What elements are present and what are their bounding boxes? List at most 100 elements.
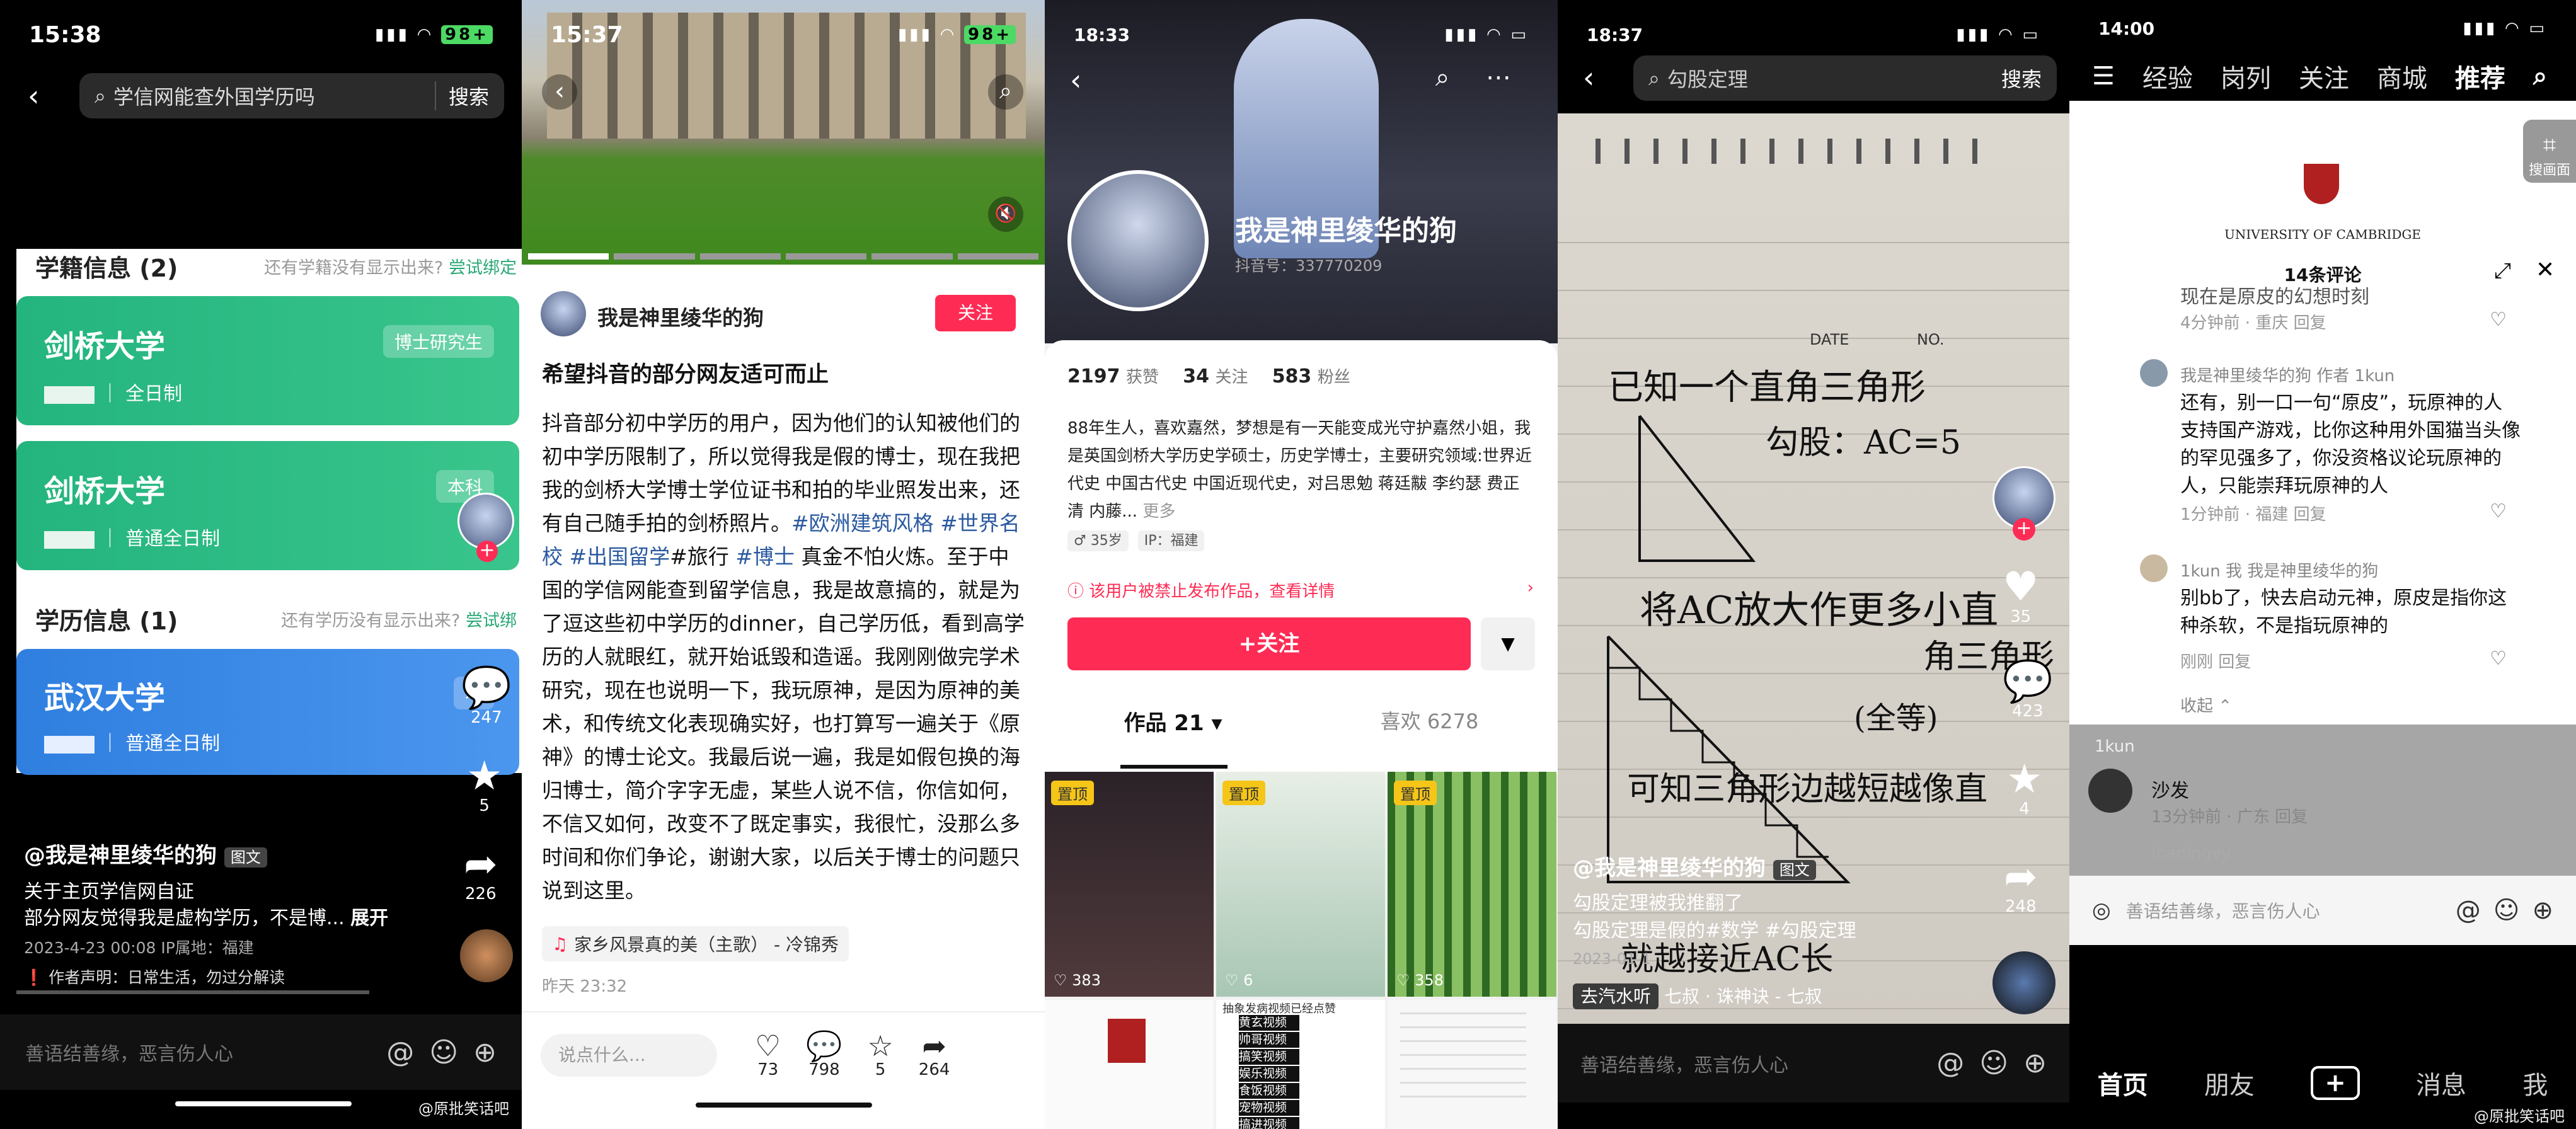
- follow-plus-icon[interactable]: +: [476, 541, 498, 562]
- expand-icon[interactable]: ⤢: [2494, 258, 2511, 284]
- heart-icon[interactable]: ♡: [2490, 309, 2507, 331]
- collapse-replies[interactable]: 收起 ⌃: [2180, 693, 2232, 716]
- search-icon[interactable]: ⌕: [1435, 63, 1449, 92]
- dropdown-icon[interactable]: ▼: [1481, 617, 1535, 670]
- comment-bar[interactable]: 善语结善缘，恶言伤人心 @ ☺ ⊕: [1558, 1024, 2069, 1103]
- emoji-icon[interactable]: ☺: [429, 1036, 458, 1069]
- music-disc[interactable]: [460, 929, 513, 982]
- share-button[interactable]: ➦ 248: [2004, 857, 2038, 916]
- music-chip[interactable]: 去汽水听: [1573, 983, 1659, 1009]
- comment-input[interactable]: 说点什么...: [541, 1034, 717, 1077]
- music-row[interactable]: 去汽水听 七叔 · 诛神诀 - 七叔: [1573, 983, 1822, 1009]
- music-disc[interactable]: [1992, 951, 2056, 1014]
- heart-icon[interactable]: ♡: [2490, 648, 2507, 670]
- share-button[interactable]: ➦ 264: [919, 1031, 950, 1079]
- author-handle[interactable]: @我是神里绫华的狗 图文: [24, 838, 267, 869]
- followers-count[interactable]: 583: [1272, 365, 1312, 387]
- work-thumb-3[interactable]: 置顶 ♡ 358: [1388, 772, 1556, 997]
- work-thumb-6[interactable]: [1388, 1000, 1556, 1129]
- search-bar[interactable]: ⌕ 勾股定理 搜索: [1633, 55, 2057, 101]
- add-icon[interactable]: ⊕: [2532, 896, 2553, 925]
- progress-bar[interactable]: [16, 990, 369, 994]
- comment-button[interactable]: 💬 423: [2003, 662, 2053, 721]
- avatar[interactable]: [2140, 554, 2168, 582]
- like-button[interactable]: ♡ 73: [755, 1031, 781, 1079]
- ban-warning[interactable]: ⓘ 该用户被禁止发布作品，查看详情 ›: [1067, 578, 1534, 602]
- author-handle[interactable]: @我是神里绫华的狗 图文: [1573, 851, 1816, 881]
- bio-more-link[interactable]: 更多: [1142, 502, 1175, 521]
- tab-likes[interactable]: 喜欢 6278: [1301, 706, 1558, 735]
- tab-mall[interactable]: 商城: [2377, 58, 2427, 95]
- at-icon[interactable]: @: [1936, 1047, 1964, 1079]
- xueji-card-1[interactable]: 剑桥大学 博士研究生 ｜ 全日制: [16, 296, 519, 425]
- comment-input[interactable]: 善语结善缘，恶言伤人心: [1580, 1050, 1921, 1077]
- comment-input-bar[interactable]: ◎ 善语结善缘，恶言伤人心 @ ☺ ⊕: [2069, 876, 2576, 945]
- search-image-button[interactable]: ⌗ 搜画面: [2523, 120, 2576, 183]
- search-input[interactable]: 勾股定理: [1667, 64, 2001, 93]
- menu-icon[interactable]: ☰: [2092, 62, 2115, 91]
- tab-works[interactable]: 作品 21 ▾: [1045, 706, 1301, 736]
- comment-button[interactable]: 💬 247: [461, 668, 512, 727]
- close-icon[interactable]: ✕: [2536, 257, 2555, 283]
- search-input[interactable]: 学信网能查外国学历吗: [113, 81, 435, 110]
- follow-plus-icon[interactable]: +: [2013, 518, 2035, 541]
- bind-link[interactable]: 尝试绑定: [449, 258, 517, 278]
- search-icon[interactable]: ⌕: [988, 74, 1023, 110]
- xueji-card-2[interactable]: 剑桥大学 本科 ｜ 普通全日制: [16, 441, 519, 570]
- work-thumb-5[interactable]: 抽象发病视频已经点赞 黄玄视频 帅哥视频 搞笑视频 娱乐视频 食饭视频 宠物视频…: [1216, 1000, 1385, 1129]
- hashtag-travel[interactable]: #旅行: [670, 544, 729, 569]
- share-button[interactable]: ➦ 226: [464, 844, 498, 903]
- nav-friends[interactable]: 朋友: [2204, 1065, 2255, 1101]
- comment-button[interactable]: 💬 798: [806, 1031, 842, 1079]
- like-button[interactable]: ♥ 35: [2003, 567, 2038, 626]
- favorite-button[interactable]: ★ 5: [466, 756, 502, 815]
- heart-icon[interactable]: ♡: [2490, 500, 2507, 522]
- back-arrow-icon[interactable]: ‹: [1583, 60, 1594, 95]
- expand-link[interactable]: 展开: [350, 907, 388, 929]
- emoji-icon[interactable]: ☺: [1979, 1047, 2008, 1079]
- back-arrow-icon[interactable]: ‹: [542, 74, 577, 110]
- music-chip[interactable]: ♫ 家乡风景真的美（主歌） - 冷锦秀: [542, 926, 849, 961]
- tab-experience[interactable]: 经验: [2142, 58, 2193, 95]
- nav-messages[interactable]: 消息: [2416, 1065, 2466, 1101]
- mute-icon[interactable]: 🔇: [988, 197, 1023, 232]
- add-icon[interactable]: ⊕: [473, 1036, 497, 1069]
- author-name[interactable]: 我是神里绫华的狗: [597, 301, 764, 331]
- more-icon[interactable]: ⋯: [1486, 63, 1511, 92]
- hashtag-phd[interactable]: #博士: [735, 544, 795, 569]
- follow-button[interactable]: +关注: [1067, 617, 1471, 670]
- follow-button[interactable]: 关注: [935, 295, 1016, 331]
- add-icon[interactable]: ⊕: [2023, 1047, 2047, 1079]
- following-count[interactable]: 34: [1183, 365, 1209, 387]
- bind-link[interactable]: 尝试绑: [466, 611, 517, 631]
- search-button[interactable]: 搜索: [2001, 64, 2042, 93]
- work-thumb-1[interactable]: 置顶 ♡ 383: [1045, 772, 1214, 997]
- avatar[interactable]: [2140, 359, 2168, 387]
- emoji-icon[interactable]: ☺: [2493, 896, 2520, 925]
- back-arrow-icon[interactable]: ‹: [1070, 63, 1081, 97]
- work-thumb-2[interactable]: 置顶 ♡ 6: [1216, 772, 1385, 997]
- tab-following[interactable]: 关注: [2299, 58, 2349, 95]
- favorite-button[interactable]: ★ 4: [2006, 759, 2042, 818]
- comment-input[interactable]: 善语结善缘，恶言伤人心: [2126, 898, 2443, 923]
- nav-home[interactable]: 首页: [2098, 1065, 2148, 1101]
- douyin-id[interactable]: 抖音号：337770209: [1235, 253, 1382, 275]
- work-thumb-4[interactable]: [1045, 1000, 1214, 1129]
- at-icon[interactable]: @: [386, 1036, 414, 1069]
- favorite-button[interactable]: ☆ 5: [868, 1031, 894, 1079]
- xueli-card-1[interactable]: 武汉大学 本 ｜ 普通全日制: [16, 649, 519, 775]
- nav-me[interactable]: 我: [2522, 1065, 2548, 1101]
- search-icon[interactable]: ⌕: [2533, 62, 2547, 91]
- comment-bar[interactable]: 善语结善缘，恶言伤人心 @ ☺ ⊕: [0, 1014, 522, 1090]
- tab-recommend[interactable]: 推荐: [2455, 58, 2505, 95]
- camera-icon[interactable]: ◎: [2092, 898, 2111, 923]
- search-button[interactable]: 搜索: [434, 81, 489, 110]
- search-bar[interactable]: ⌕ 学信网能查外国学历吗 搜索: [79, 73, 504, 118]
- tab-list[interactable]: 岗列: [2221, 58, 2271, 95]
- comment-input[interactable]: 善语结善缘，恶言伤人心: [25, 1038, 371, 1066]
- back-arrow-icon[interactable]: ‹: [28, 79, 39, 113]
- author-avatar[interactable]: [541, 291, 586, 336]
- at-icon[interactable]: @: [2456, 896, 2481, 925]
- avatar[interactable]: [2088, 769, 2132, 813]
- nav-create-button[interactable]: +: [2311, 1066, 2360, 1100]
